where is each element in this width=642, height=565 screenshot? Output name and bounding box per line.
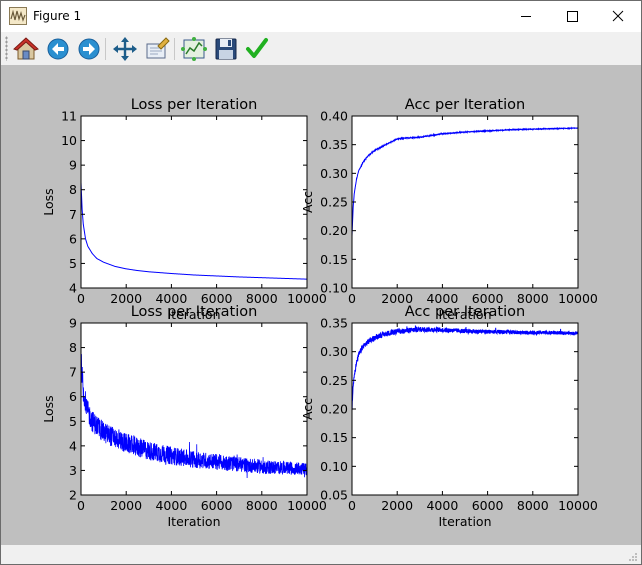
x-axis-label: Iteration: [167, 514, 220, 529]
pan-icon: [113, 37, 137, 61]
y-tick-label: 3: [69, 463, 77, 478]
save-figure-button[interactable]: [213, 36, 239, 62]
y-tick-label: 0.15: [320, 430, 348, 445]
x-tick-label: 0: [348, 498, 356, 513]
y-tick-label: 6: [69, 389, 77, 404]
back-icon: [47, 38, 69, 60]
y-axis-label: Acc: [300, 191, 315, 213]
toolbar-grip[interactable]: [5, 36, 8, 61]
y-axis-label: Acc: [300, 398, 315, 420]
y-tick-label: 5: [69, 256, 77, 271]
y-tick-label: 7: [69, 207, 77, 222]
x-tick-label: 6000: [201, 498, 233, 513]
home-button[interactable]: [13, 36, 39, 62]
y-tick-label: 11: [61, 109, 77, 124]
x-tick-label: 6000: [472, 498, 504, 513]
y-tick-label: 0.40: [320, 109, 348, 124]
status-bar: [1, 545, 641, 564]
y-tick-label: 8: [69, 340, 77, 355]
y-tick-label: 0.20: [320, 402, 348, 417]
x-tick-label: 10000: [558, 291, 598, 306]
y-tick-label: 0.10: [320, 281, 348, 296]
y-tick-label: 0.20: [320, 223, 348, 238]
back-button[interactable]: [45, 36, 71, 62]
save-icon: [215, 38, 237, 60]
y-tick-label: 10: [61, 133, 77, 148]
y-tick-label: 0.35: [320, 316, 348, 331]
maximize-button[interactable]: [549, 1, 595, 32]
close-button[interactable]: [595, 1, 641, 32]
chart-title: Acc per Iteration: [405, 304, 525, 320]
y-tick-label: 2: [69, 488, 77, 503]
y-axis-label: Loss: [41, 188, 56, 215]
y-axis-label: Loss: [41, 395, 56, 422]
y-tick-label: 4: [69, 438, 77, 453]
forward-icon: [78, 38, 100, 60]
x-tick-label: 8000: [517, 498, 549, 513]
maximize-icon: [567, 11, 578, 22]
chart-title: Loss per Iteration: [131, 97, 258, 113]
edit-checkmark-icon: [246, 38, 268, 58]
y-tick-label: 0.30: [320, 166, 348, 181]
y-tick-label: 0.25: [320, 195, 348, 210]
x-tick-label: 4000: [426, 498, 458, 513]
axes-background: [352, 323, 578, 495]
chart-title: Loss per Iteration: [131, 304, 258, 320]
y-tick-label: 0.25: [320, 373, 348, 388]
home-icon: [13, 37, 39, 60]
y-tick-label: 5: [69, 414, 77, 429]
x-tick-label: 0: [77, 291, 85, 306]
y-tick-label: 8: [69, 182, 77, 197]
figure-window: Figure 1 0 2000 4000 6000 8000 10000 4 5…: [0, 0, 642, 565]
toolbar-separator: [174, 38, 175, 60]
axes-background: [81, 116, 307, 288]
x-tick-label: 8000: [246, 498, 278, 513]
close-icon: [612, 10, 624, 22]
navigation-toolbar: [1, 32, 641, 65]
configure-subplots-icon: [181, 37, 207, 61]
minimize-icon: [521, 16, 531, 17]
y-tick-label: 9: [69, 158, 77, 173]
x-tick-label: 2000: [110, 498, 142, 513]
y-tick-label: 0.05: [320, 488, 348, 503]
y-tick-label: 6: [69, 231, 77, 246]
chart-title: Acc per Iteration: [405, 97, 525, 113]
y-tick-label: 0.30: [320, 344, 348, 359]
y-tick-label: 9: [69, 316, 77, 331]
figure-plot-area[interactable]: 0 2000 4000 6000 8000 100004567891011Loss per…: [1, 65, 641, 545]
toolbar-separator: [105, 38, 106, 60]
title-bar[interactable]: Figure 1: [1, 1, 641, 32]
x-tick-label: 4000: [155, 498, 187, 513]
y-tick-label: 4: [69, 281, 77, 296]
resize-grip-icon[interactable]: [628, 552, 638, 562]
pan-button[interactable]: [112, 36, 138, 62]
x-tick-label: 10000: [558, 498, 598, 513]
zoom-icon: [146, 37, 170, 59]
x-tick-label: 0: [348, 291, 356, 306]
y-tick-label: 7: [69, 365, 77, 380]
x-axis-label: Iteration: [438, 514, 491, 529]
axes-background: [352, 116, 578, 288]
y-tick-label: 0.10: [320, 459, 348, 474]
edit-parameters-button[interactable]: [244, 36, 270, 62]
zoom-button[interactable]: [144, 36, 170, 62]
figure-canvas[interactable]: 0 2000 4000 6000 8000 10000 4 5 6 7 8 9 10 11 Loss per…: [1, 65, 641, 545]
matplotlib-figure-icon: [9, 7, 27, 29]
y-tick-label: 0.35: [320, 137, 348, 152]
x-tick-label: 0: [77, 498, 85, 513]
configure-subplots-button[interactable]: [181, 36, 207, 62]
y-tick-label: 0.15: [320, 252, 348, 267]
window-title: Figure 1: [33, 9, 82, 23]
x-tick-label: 2000: [381, 498, 413, 513]
forward-button[interactable]: [76, 36, 102, 62]
minimize-button[interactable]: [503, 1, 549, 32]
